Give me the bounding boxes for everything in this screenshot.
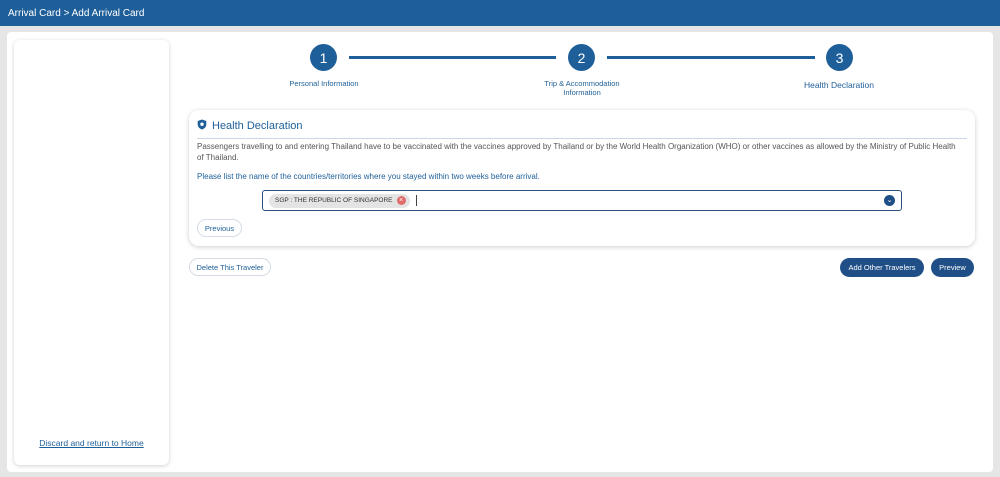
step-3-number: 3 [835,49,844,66]
country-chip: SGP : THE REPUBLIC OF SINGAPORE × [269,193,410,208]
shield-icon [197,119,207,133]
sidebar: Discard and return to Home [14,40,169,465]
previous-button[interactable]: Previous [197,219,242,237]
card-title: Health Declaration [212,120,303,132]
step-3-circle[interactable]: 3 [826,44,853,71]
preview-button[interactable]: Preview [931,258,974,277]
card-header: Health Declaration [197,119,303,133]
step-3-label: Health Declaration [804,80,874,90]
country-chip-label: SGP : THE REPUBLIC OF SINGAPORE [275,197,393,204]
countries-question: Please list the name of the countries/te… [197,172,540,181]
step-1-number: 1 [319,49,328,66]
card-divider [197,138,967,139]
step-2-circle[interactable]: 2 [568,44,595,71]
add-other-travelers-button[interactable]: Add Other Travelers [840,258,924,277]
step-2-label: Trip & Accommodation Information [544,79,620,98]
discard-home-link[interactable]: Discard and return to Home [14,438,169,448]
vaccination-notice: Passengers travelling to and entering Th… [197,142,956,163]
text-caret [415,195,417,206]
breadcrumb: Arrival Card > Add Arrival Card [8,7,145,19]
delete-traveler-button[interactable]: Delete This Traveler [189,258,271,276]
remove-chip-icon[interactable]: × [396,196,406,205]
step-2-number: 2 [577,49,586,66]
step-1-circle[interactable]: 1 [310,44,337,71]
top-bar: Arrival Card > Add Arrival Card [0,0,1000,26]
chevron-down-icon[interactable]: ⌄ [884,195,895,206]
stepper-connector-2 [607,56,815,59]
health-declaration-card: Health Declaration Passengers travelling… [189,110,975,246]
stepper-connector-1 [349,56,556,59]
countries-multiselect[interactable]: SGP : THE REPUBLIC OF SINGAPORE × ⌄ [262,190,902,211]
step-1-label: Personal Information [289,79,359,88]
